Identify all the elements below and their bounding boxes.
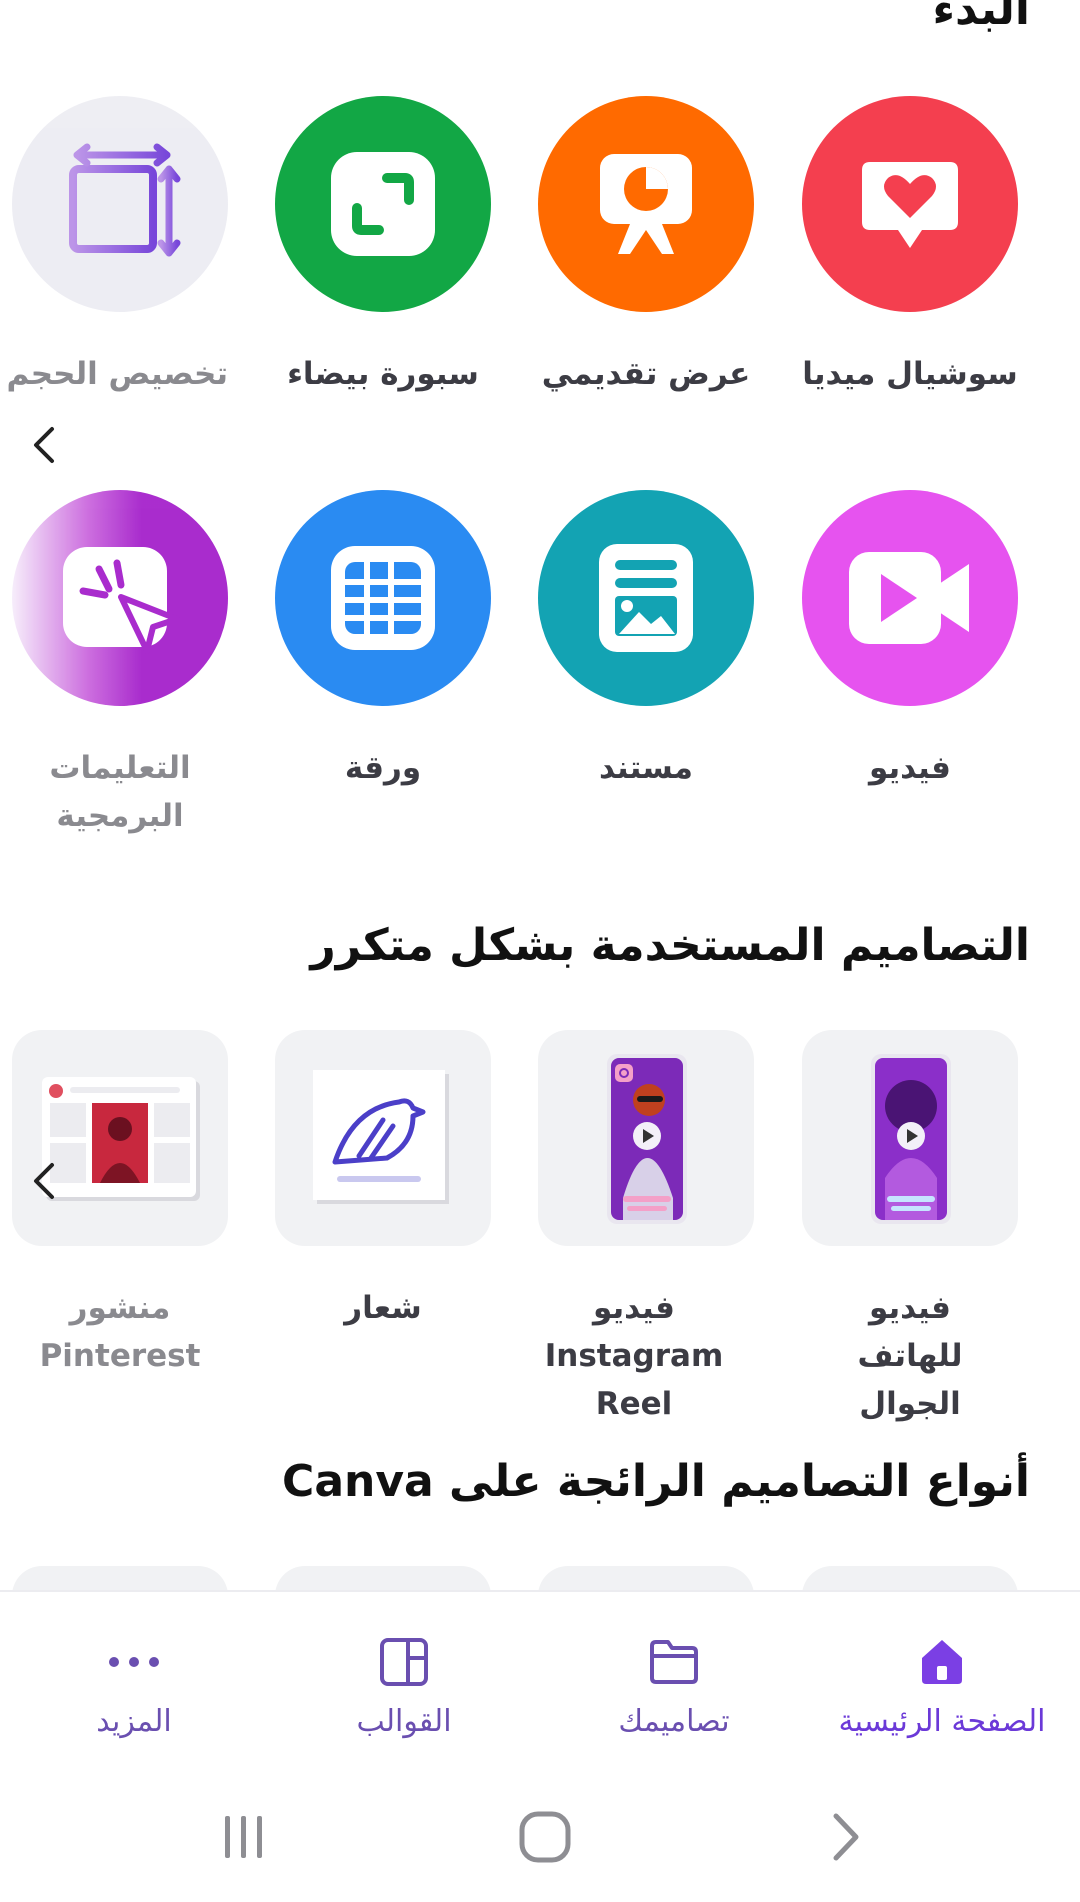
speech-heart-icon — [862, 162, 958, 248]
item-label: التعليمات البرمجية — [12, 744, 228, 840]
templates-icon — [374, 1632, 434, 1692]
system-navigation-bar — [0, 1770, 1080, 1902]
item-code-tutorial[interactable]: التعليمات البرمجية — [12, 490, 228, 840]
item-label: مستند — [599, 750, 693, 786]
social-circle — [802, 96, 1018, 312]
item-label: ورقة — [344, 750, 422, 786]
item-label-text: فيديو للهاتف الجوال — [857, 1290, 963, 1422]
resize-circle — [12, 96, 228, 312]
item-custom-size[interactable]: تخصيص الحجم — [6, 96, 228, 398]
back-button-icon[interactable] — [806, 1802, 886, 1872]
nav-more[interactable]: المزيد — [14, 1632, 254, 1739]
item-video[interactable]: فيديو — [802, 490, 1018, 792]
nav-templates[interactable]: القوالب — [284, 1632, 524, 1739]
whiteboard-expand-icon — [331, 152, 435, 256]
section-title-trending: أنواع التصاميم الرائجة على Canva — [282, 1456, 1030, 1507]
item-label-text: منشور Pinterest — [39, 1290, 201, 1374]
whiteboard-circle — [275, 96, 491, 312]
home-button-icon[interactable] — [505, 1802, 585, 1872]
section-title-start: البدء — [932, 0, 1030, 35]
item-mobile-video[interactable]: فيديو للهاتف الجوال — [802, 1030, 1018, 1428]
item-document[interactable]: مستند — [538, 490, 754, 792]
sheet-circle — [275, 490, 491, 706]
nav-label: الصفحة الرئيسية — [838, 1704, 1046, 1739]
nav-label: القوالب — [356, 1704, 452, 1739]
item-social-media[interactable]: سوشيال ميديا — [802, 96, 1018, 398]
bottom-navigation: الصفحة الرئيسية تصاميمك القوالب المزيد — [0, 1590, 1080, 1770]
presentation-board-icon — [600, 154, 692, 254]
section-title-frequent: التصاميم المستخدمة بشكل متكرر — [310, 920, 1030, 971]
document-image-icon — [599, 544, 693, 652]
item-label: عرض تقديمي — [541, 356, 751, 392]
item-label-text: التعليمات البرمجية — [49, 750, 191, 834]
recent-apps-icon[interactable] — [204, 1802, 284, 1872]
item-label: فيديو — [869, 750, 951, 786]
video-camera-icon — [849, 552, 969, 644]
pinterest-post-thumbnail — [12, 1030, 228, 1246]
nav-your-designs[interactable]: تصاميمك — [554, 1632, 794, 1739]
item-label: منشور Pinterest — [12, 1284, 228, 1380]
item-sheet[interactable]: ورقة — [275, 490, 491, 792]
frequent-row: فيديو للهاتف الجوال فيديو Instagram Reel — [0, 1030, 1080, 1422]
document-circle — [538, 490, 754, 706]
tutorial-circle — [12, 490, 228, 706]
item-label: فيديو Instagram Reel — [538, 1284, 754, 1428]
item-label: سبورة بيضاء — [287, 356, 479, 392]
nav-label: المزيد — [96, 1704, 172, 1739]
mobile-video-thumbnail — [802, 1030, 1018, 1246]
start-row-2: فيديو مستند ورقة التعليمات البرمجية — [0, 490, 1080, 850]
resize-arrows-icon — [69, 143, 181, 257]
item-label: شعار — [344, 1290, 422, 1326]
nav-label: تصاميمك — [618, 1704, 730, 1739]
home-icon — [912, 1632, 972, 1692]
item-label-text: فيديو Instagram Reel — [544, 1290, 724, 1422]
presentation-circle — [538, 96, 754, 312]
start-row-1: سوشيال ميديا عرض تقديمي سبورة بيضاء تخصي… — [0, 96, 1080, 456]
item-label: تخصيص الحجم — [6, 356, 228, 392]
more-dots-icon — [104, 1632, 164, 1692]
item-logo[interactable]: شعار — [275, 1030, 491, 1332]
scroll-left-chevron-icon[interactable] — [24, 1156, 64, 1206]
item-presentation[interactable]: عرض تقديمي — [538, 96, 754, 398]
nav-home[interactable]: الصفحة الرئيسية — [822, 1632, 1062, 1739]
folder-icon — [644, 1632, 704, 1692]
item-label: فيديو للهاتف الجوال — [802, 1284, 1018, 1428]
scroll-left-chevron-icon[interactable] — [24, 420, 64, 470]
item-label: سوشيال ميديا — [802, 356, 1018, 392]
item-instagram-reel[interactable]: فيديو Instagram Reel — [538, 1030, 754, 1428]
instagram-reel-thumbnail — [538, 1030, 754, 1246]
bird-logo-thumbnail — [275, 1030, 491, 1246]
spreadsheet-grid-icon — [331, 546, 435, 650]
click-cursor-icon — [63, 547, 180, 654]
item-whiteboard[interactable]: سبورة بيضاء — [275, 96, 491, 398]
video-circle — [802, 490, 1018, 706]
